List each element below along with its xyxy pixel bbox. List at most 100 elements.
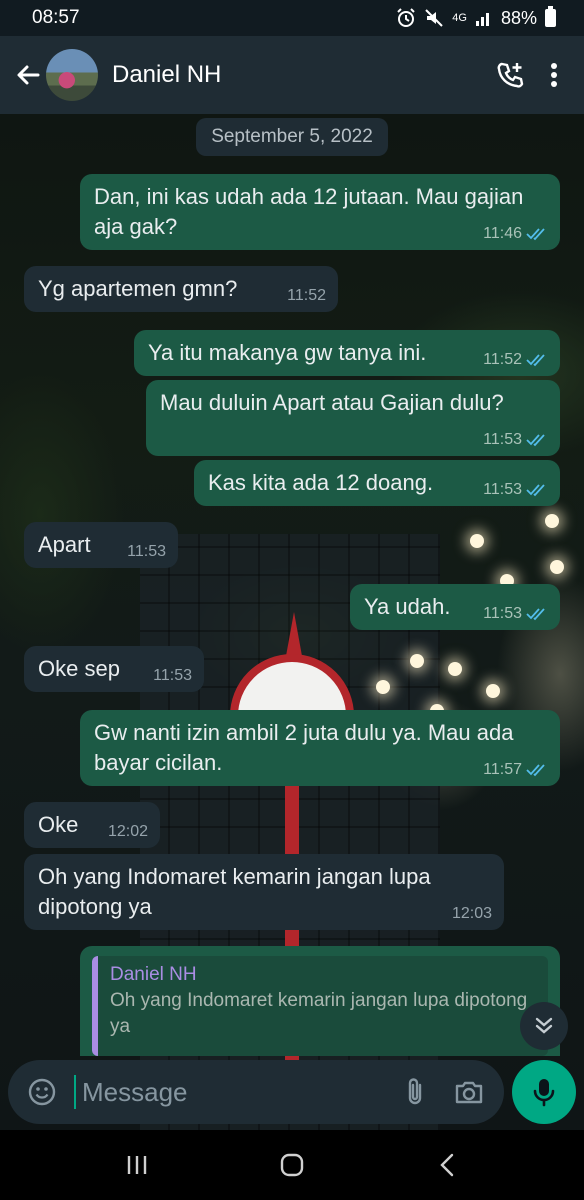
status-icons: 4G 88% [396, 6, 556, 29]
message-meta: 12:03 [452, 905, 492, 923]
status-bar: 08:57 4G 88% [0, 0, 584, 36]
message-bubble-outgoing[interactable]: Mau duluin Apart atau Gajian dulu? 11:53 [146, 380, 560, 456]
message-text: Dan, ini kas udah ada 12 jutaan. Mau gaj… [94, 184, 524, 239]
home-button[interactable] [262, 1135, 322, 1195]
more-vert-icon [551, 63, 557, 87]
recent-apps-button[interactable] [107, 1135, 167, 1195]
read-receipt-icon [526, 764, 545, 777]
reply-preview[interactable]: Daniel NH Oh yang Indomaret kemarin jang… [80, 946, 560, 1056]
message-time: 12:02 [107, 823, 148, 840]
wallpaper-spike [286, 612, 302, 656]
date-divider: September 5, 2022 [196, 118, 388, 156]
back-button[interactable] [6, 53, 50, 97]
voice-message-button[interactable] [512, 1060, 576, 1124]
message-time: 11:46 [483, 225, 522, 242]
message-text: Ya udah. [364, 594, 451, 619]
more-options-button[interactable] [532, 53, 576, 97]
emoji-icon [28, 1078, 56, 1106]
wallpaper-lamp [448, 662, 462, 676]
mute-icon [425, 9, 443, 27]
chevron-left-icon [439, 1153, 453, 1177]
read-receipt-icon [526, 484, 545, 497]
signal-icon [475, 13, 489, 26]
message-time: 11:57 [483, 761, 522, 778]
wallpaper-lamp [376, 680, 390, 694]
chat-area[interactable]: September 5, 2022 Dan, ini kas udah ada … [0, 114, 584, 1130]
message-bubble-incoming[interactable]: Oke sep 11:53 [24, 646, 204, 692]
scroll-to-bottom-button[interactable] [520, 1002, 568, 1050]
read-receipt-icon [526, 228, 545, 241]
text-cursor [74, 1075, 76, 1109]
message-meta: 11:46 [483, 225, 548, 243]
attach-button[interactable] [388, 1065, 442, 1119]
message-meta: 11:53 [127, 543, 166, 561]
home-icon [280, 1153, 304, 1177]
message-time: 11:52 [483, 351, 522, 368]
camera-button[interactable] [442, 1065, 496, 1119]
message-meta: 11:52 [287, 287, 326, 305]
add-call-icon [497, 62, 524, 88]
microphone-icon [533, 1079, 555, 1107]
back-arrow-icon [17, 65, 40, 85]
read-receipt-icon [526, 354, 545, 367]
message-text: Gw nanti izin ambil 2 juta dulu ya. Mau … [94, 720, 514, 775]
message-time: 11:53 [483, 431, 522, 448]
message-bubble-incoming[interactable]: Oke 12:02 [24, 802, 160, 848]
contact-name[interactable]: Daniel NH [112, 61, 488, 89]
message-bubble-outgoing[interactable]: Ya itu makanya gw tanya ini. 11:52 [134, 330, 560, 376]
message-bubble-incoming[interactable]: Apart 11:53 [24, 522, 178, 568]
message-meta: 11:53 [483, 431, 548, 449]
message-time: 11:53 [127, 543, 166, 560]
network-type: 4G [452, 12, 467, 24]
add-call-button[interactable] [488, 53, 532, 97]
message-text: Oke [38, 812, 79, 837]
message-text: Oh yang Indomaret kemarin jangan lupa di… [38, 864, 431, 919]
message-time: 11:53 [483, 481, 522, 498]
message-meta: 11:53 [483, 481, 548, 499]
message-meta: 11:57 [483, 761, 548, 779]
message-meta: 11:52 [483, 351, 548, 369]
wallpaper-lamp [470, 534, 484, 548]
message-bubble-outgoing[interactable]: Kas kita ada 12 doang. 11:53 [194, 460, 560, 506]
message-bubble-incoming[interactable]: Oh yang Indomaret kemarin jangan lupa di… [24, 854, 504, 930]
read-receipt-icon [526, 434, 545, 447]
avatar[interactable] [46, 49, 98, 101]
message-meta: 12:02 [108, 823, 148, 841]
battery-level: 88% [500, 7, 537, 28]
quoted-message[interactable]: Daniel NH Oh yang Indomaret kemarin jang… [92, 956, 548, 1056]
message-time: 12:03 [451, 905, 492, 922]
paperclip-icon [408, 1078, 422, 1105]
emoji-button[interactable] [14, 1064, 70, 1120]
wallpaper-lamp [550, 560, 564, 574]
message-time: 11:53 [153, 667, 192, 684]
message-time: 11:52 [287, 287, 326, 304]
message-composer [8, 1060, 504, 1124]
system-back-button[interactable] [417, 1135, 477, 1195]
message-text: Kas kita ada 12 doang. [208, 470, 434, 495]
system-nav-bar [0, 1130, 584, 1200]
wallpaper-lamp [486, 684, 500, 698]
wallpaper-lamp [410, 654, 424, 668]
read-receipt-icon [526, 608, 545, 621]
message-text: Mau duluin Apart atau Gajian dulu? [160, 390, 504, 415]
alarm-icon [397, 8, 415, 27]
message-meta: 11:53 [153, 667, 192, 685]
double-chevron-down-icon [535, 1017, 553, 1034]
message-text: Yg apartemen gmn? [38, 276, 238, 301]
message-bubble-outgoing[interactable]: Dan, ini kas udah ada 12 jutaan. Mau gaj… [80, 174, 560, 250]
quoted-author: Daniel NH [110, 964, 197, 985]
recent-apps-icon [128, 1156, 147, 1174]
status-time: 08:57 [32, 7, 80, 28]
message-bubble-outgoing[interactable]: Ya udah. 11:53 [350, 584, 560, 630]
wallpaper-lamp [545, 514, 559, 528]
message-meta: 11:53 [483, 605, 548, 623]
quoted-text: Oh yang Indomaret kemarin jangan lupa di… [110, 990, 528, 1037]
message-text: Oke sep [38, 656, 120, 681]
message-bubble-incoming[interactable]: Yg apartemen gmn? 11:52 [24, 266, 338, 312]
battery-icon [545, 6, 556, 27]
camera-icon [455, 1081, 483, 1104]
chat-header: Daniel NH [0, 36, 584, 114]
message-text: Apart [38, 532, 91, 557]
message-input[interactable] [80, 1075, 388, 1109]
message-bubble-outgoing[interactable]: Gw nanti izin ambil 2 juta dulu ya. Mau … [80, 710, 560, 786]
